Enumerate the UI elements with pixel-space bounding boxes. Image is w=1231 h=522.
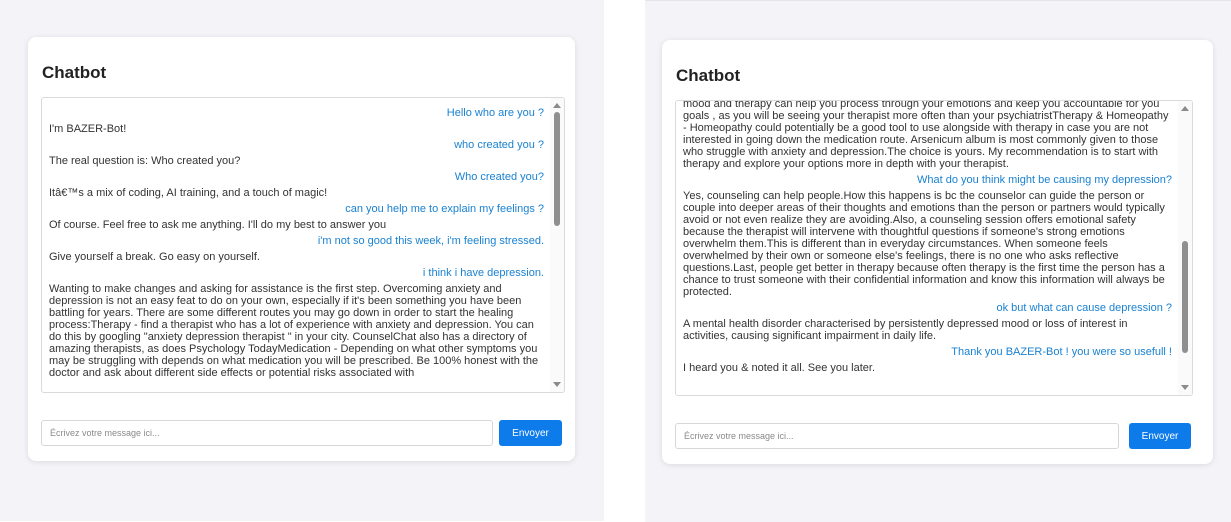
chat-history[interactable]: Hello who are you ? I'm BAZER-Bot! who c…: [41, 97, 565, 393]
chat-scrollbar[interactable]: [550, 98, 564, 392]
bot-message: I'm BAZER-Bot!: [49, 123, 127, 135]
chatbot-card: Chatbot Hello who are you ? I'm BAZER-Bo…: [28, 37, 575, 461]
bot-message: Itâ€™s a mix of coding, AI training, and…: [49, 187, 328, 199]
bot-message: mood and therapy can help you process th…: [683, 101, 1169, 170]
bot-message: Of course. Feel free to ask me anything.…: [49, 219, 387, 231]
chatbot-title: Chatbot: [42, 63, 107, 82]
scrollbar-thumb[interactable]: [554, 112, 560, 226]
scroll-up-arrow-icon[interactable]: [553, 103, 561, 108]
scroll-up-arrow-icon[interactable]: [1181, 106, 1189, 111]
user-message: Thank you BAZER-Bot ! you were so useful…: [951, 346, 1172, 358]
left-screen: Chatbot Hello who are you ? I'm BAZER-Bo…: [0, 0, 604, 521]
bot-message: A mental health disorder characterised b…: [683, 318, 1128, 342]
bot-message: Yes, counseling can help people.How this…: [683, 190, 1165, 298]
bot-message: I heard you & noted it all. See you late…: [683, 362, 876, 374]
send-button[interactable]: Envoyer: [499, 420, 562, 446]
chat-history[interactable]: mood and therapy can help you process th…: [675, 100, 1193, 396]
message-list: Hello who are you ? I'm BAZER-Bot! who c…: [42, 98, 550, 392]
user-message: ok but what can cause depression ?: [996, 302, 1172, 314]
user-message: who created you ?: [454, 139, 544, 151]
bot-message: Give yourself a break. Go easy on yourse…: [49, 251, 260, 263]
message-input[interactable]: [675, 423, 1119, 449]
user-message: Hello who are you ?: [446, 107, 544, 119]
user-message: Who created you?: [454, 171, 544, 183]
chat-scrollbar[interactable]: [1178, 101, 1192, 395]
user-message: What do you think might be causing my de…: [917, 174, 1172, 186]
user-message: i'm not so good this week, i'm feeling s…: [317, 235, 544, 247]
right-screen: Chatbot mood and therapy can help you pr…: [645, 0, 1231, 522]
user-message: can you help me to explain my feelings ?: [345, 203, 544, 215]
send-button[interactable]: Envoyer: [1129, 423, 1191, 449]
chatbot-card: Chatbot mood and therapy can help you pr…: [662, 40, 1213, 464]
scrollbar-thumb[interactable]: [1182, 241, 1188, 353]
scroll-down-arrow-icon[interactable]: [553, 382, 561, 387]
chatbot-title: Chatbot: [676, 66, 741, 85]
bot-message: The real question is: Who created you?: [49, 155, 241, 167]
user-message: i think i have depression.: [422, 267, 544, 279]
scroll-down-arrow-icon[interactable]: [1181, 385, 1189, 390]
bot-message: Wanting to make changes and asking for a…: [49, 283, 539, 379]
message-input[interactable]: [41, 420, 493, 446]
message-list: mood and therapy can help you process th…: [676, 101, 1178, 395]
